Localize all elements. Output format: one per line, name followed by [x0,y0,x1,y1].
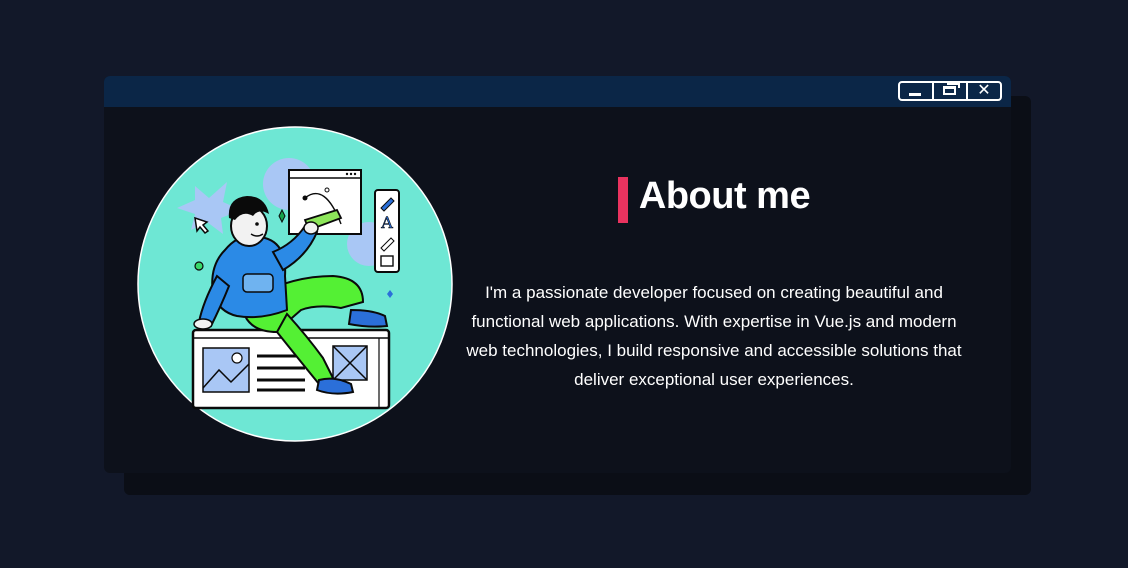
about-content: About me I'm a passionate developer focu… [460,171,968,394]
close-button[interactable]: ✕ [968,83,1000,99]
svg-text:A: A [380,213,393,232]
about-description: I'm a passionate developer focused on cr… [466,283,962,389]
developer-illustration: A [137,126,453,442]
minimize-icon [909,93,921,96]
minimize-button[interactable] [900,83,934,99]
maximize-button[interactable] [934,83,968,99]
maximize-icon [943,83,960,95]
window-titlebar[interactable]: ✕ [104,76,1011,107]
window-controls: ✕ [898,81,1002,101]
about-heading: About me [460,171,968,223]
close-icon: ✕ [977,81,991,99]
page-title: About me [638,174,811,217]
about-window: ✕ A About me I'm a passionate developer … [104,76,1011,473]
heading-accent-bar [617,177,628,223]
